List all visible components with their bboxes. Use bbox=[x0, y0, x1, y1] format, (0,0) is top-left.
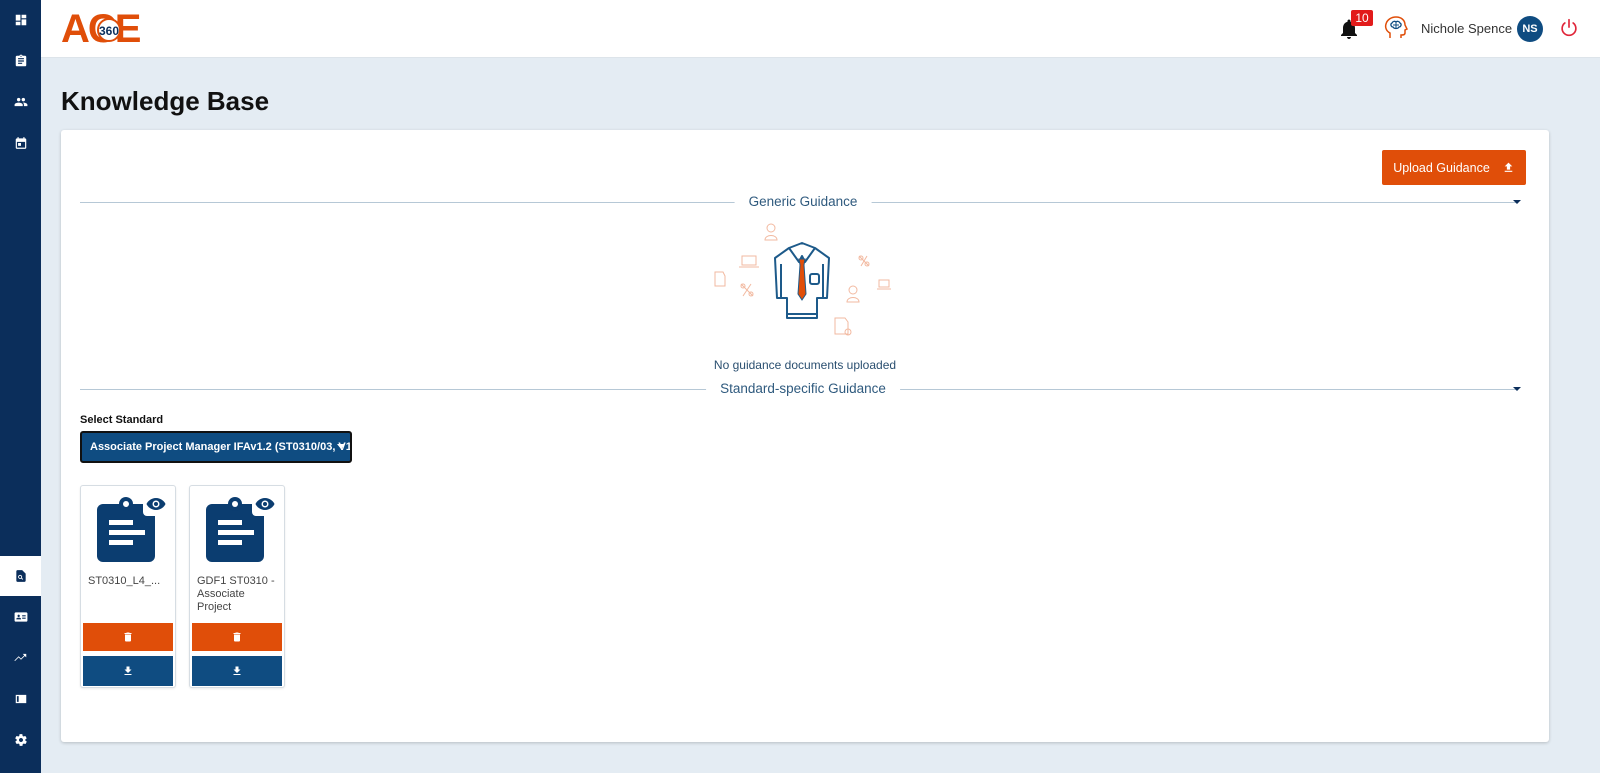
sidebar-item-knowledge-base[interactable] bbox=[0, 556, 41, 596]
sidebar-item-analytics[interactable] bbox=[0, 638, 41, 678]
top-header: ACE 360 10 Nichole Spence NS bbox=[41, 0, 1600, 58]
eye-icon bbox=[146, 498, 166, 510]
empty-state-text: No guidance documents uploaded bbox=[713, 358, 897, 372]
ace360-logo[interactable]: ACE 360 bbox=[61, 8, 161, 48]
trash-icon bbox=[124, 632, 132, 642]
generic-guidance-heading: Generic Guidance bbox=[734, 194, 872, 209]
select-standard-value: Associate Project Manager IFAv1.2 (ST031… bbox=[90, 441, 352, 453]
upload-icon bbox=[1504, 162, 1513, 172]
user-name: Nichole Spence bbox=[1421, 21, 1513, 36]
people-icon bbox=[14, 97, 27, 107]
knowledge-base-card: Upload Guidance Generic Guidance No guid… bbox=[61, 130, 1549, 742]
eye-icon bbox=[255, 498, 275, 510]
download-button[interactable] bbox=[192, 656, 282, 686]
sidebar-item-dashboard[interactable] bbox=[0, 0, 41, 40]
delete-button[interactable] bbox=[83, 623, 173, 651]
empty-shirt-illustration bbox=[714, 223, 891, 336]
sidebar-item-people[interactable] bbox=[0, 82, 41, 122]
logo-sub: 360 bbox=[99, 24, 119, 38]
id-card-icon bbox=[14, 612, 27, 622]
upload-guidance-button[interactable]: Upload Guidance bbox=[1382, 150, 1526, 185]
chevron-down-icon[interactable] bbox=[1511, 383, 1523, 395]
standard-guidance-heading: Standard-specific Guidance bbox=[706, 381, 900, 396]
sidebar-item-assignments[interactable] bbox=[0, 41, 41, 81]
preview-button[interactable] bbox=[252, 492, 278, 516]
document-card[interactable]: ST0310_L4_... bbox=[80, 485, 176, 688]
notification-badge: 10 bbox=[1351, 10, 1373, 26]
sidebar-item-calendar[interactable] bbox=[0, 123, 41, 163]
power-icon[interactable] bbox=[1558, 17, 1580, 39]
clipboard-icon bbox=[15, 54, 26, 67]
sidebar bbox=[0, 0, 41, 773]
page-title: Knowledge Base bbox=[61, 86, 270, 116]
caret-down-icon bbox=[337, 444, 345, 449]
document-search-icon bbox=[15, 570, 26, 582]
download-button[interactable] bbox=[83, 656, 173, 686]
user-avatar[interactable]: NS bbox=[1517, 16, 1543, 42]
trash-icon bbox=[233, 632, 241, 642]
sidebar-item-list[interactable] bbox=[0, 679, 41, 719]
upload-guidance-label: Upload Guidance bbox=[1393, 160, 1490, 175]
dashboard-icon bbox=[15, 14, 26, 26]
sidebar-item-id-card[interactable] bbox=[0, 597, 41, 637]
select-standard-dropdown[interactable]: Associate Project Manager IFAv1.2 (ST031… bbox=[80, 431, 352, 463]
calendar-icon bbox=[15, 137, 26, 149]
select-standard-label: Select Standard bbox=[80, 414, 164, 426]
list-icon bbox=[15, 694, 26, 704]
document-name: GDF1 ST0310 - Associate Project bbox=[197, 575, 275, 613]
download-icon bbox=[233, 666, 241, 675]
document-card[interactable]: GDF1 ST0310 - Associate Project bbox=[189, 485, 285, 688]
delete-button[interactable] bbox=[192, 623, 282, 651]
brain-icon[interactable] bbox=[1382, 14, 1410, 42]
download-icon bbox=[124, 666, 132, 675]
preview-button[interactable] bbox=[143, 492, 169, 516]
sidebar-item-settings[interactable] bbox=[0, 720, 41, 760]
document-name: ST0310_L4_... bbox=[88, 575, 161, 587]
trending-icon bbox=[13, 653, 26, 661]
gear-icon bbox=[14, 734, 27, 746]
chevron-down-icon[interactable] bbox=[1511, 196, 1523, 208]
